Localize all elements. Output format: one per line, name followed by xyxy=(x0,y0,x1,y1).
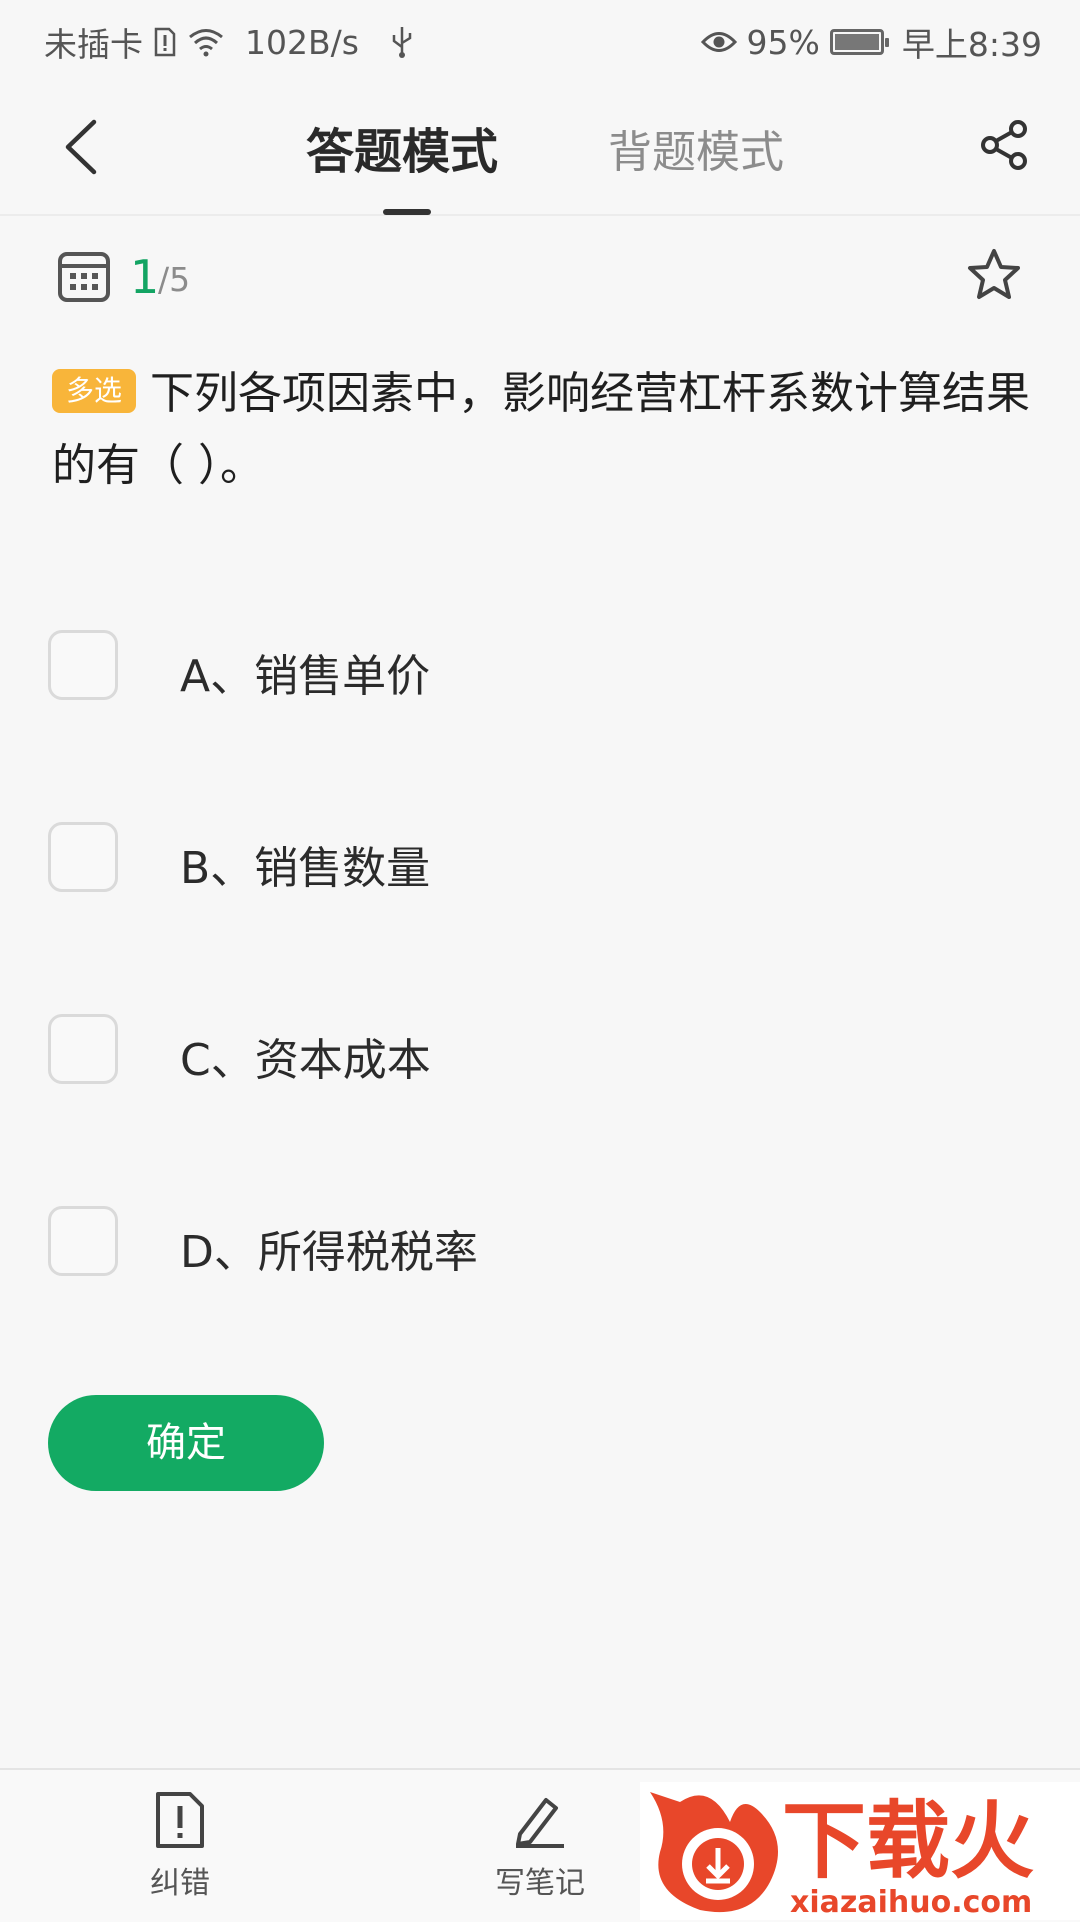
option-a-label: A、销售单价 xyxy=(180,651,431,702)
status-bar: 未插卡 102B/s 95% 早上8:39 xyxy=(0,0,1080,76)
battery-percent: 95% xyxy=(746,22,820,62)
progress-current: 1 xyxy=(130,250,160,304)
write-note-label: 写笔记 xyxy=(495,1866,585,1901)
watermark-logo: 下载火 xiazaihuo.com xyxy=(640,1782,1080,1920)
progress-total: /5 xyxy=(158,260,191,299)
report-error-button[interactable]: 纠错 xyxy=(90,1790,270,1902)
share-icon[interactable] xyxy=(978,118,1032,172)
option-c-label: C、资本成本 xyxy=(180,1035,431,1086)
progress-row: 1 /5 xyxy=(0,236,1080,316)
option-b-label: B、销售数量 xyxy=(180,843,431,894)
option-b[interactable]: B、销售数量 xyxy=(48,822,948,896)
confirm-button[interactable]: 确定 xyxy=(48,1395,324,1491)
status-left: 未插卡 102B/s xyxy=(44,18,417,66)
battery-icon xyxy=(829,29,889,55)
option-a-checkbox[interactable] xyxy=(48,630,118,700)
nav-bar: 答题模式 背题模式 xyxy=(0,76,1080,216)
watermark-domain: xiazaihuo.com xyxy=(790,1885,1032,1920)
option-d[interactable]: D、所得税税率 xyxy=(48,1206,948,1280)
sim-alert-icon xyxy=(154,27,176,57)
question-text: 下列各项因素中，影响经营杠杆系数计算结果的有（ ）。 xyxy=(52,368,1031,491)
star-outline-icon[interactable] xyxy=(964,246,1024,306)
write-note-button[interactable]: 写笔记 xyxy=(450,1790,630,1902)
eye-icon xyxy=(700,32,737,52)
active-tab-indicator xyxy=(383,209,431,215)
option-c-checkbox[interactable] xyxy=(48,1014,118,1084)
option-d-checkbox[interactable] xyxy=(48,1206,118,1276)
option-d-label: D、所得税税率 xyxy=(180,1227,478,1278)
report-error-label: 纠错 xyxy=(150,1866,210,1901)
question-type-badge: 多选 xyxy=(52,369,137,413)
report-error-icon xyxy=(156,1792,204,1848)
chevron-left-icon[interactable] xyxy=(50,112,120,182)
usb-icon xyxy=(392,27,412,58)
question-text-block: 多选 下列各项因素中，影响经营杠杆系数计算结果的有（ ）。 xyxy=(52,358,1032,502)
option-c[interactable]: C、资本成本 xyxy=(48,1014,948,1088)
tab-answer-mode[interactable]: 答题模式 xyxy=(306,112,498,182)
wifi-icon xyxy=(189,29,223,57)
option-a[interactable]: A、销售单价 xyxy=(48,630,948,704)
calendar-icon[interactable] xyxy=(56,248,112,304)
clock: 早上8:39 xyxy=(901,25,1042,64)
option-b-checkbox[interactable] xyxy=(48,822,118,892)
pencil-icon xyxy=(516,1798,564,1848)
tab-memorize-mode[interactable]: 背题模式 xyxy=(608,116,784,180)
network-speed: 102B/s xyxy=(245,22,359,62)
status-right: 95% 早上8:39 xyxy=(700,18,1042,66)
sim-status: 未插卡 xyxy=(44,25,143,64)
watermark-brand: 下载火 xyxy=(782,1792,1034,1890)
